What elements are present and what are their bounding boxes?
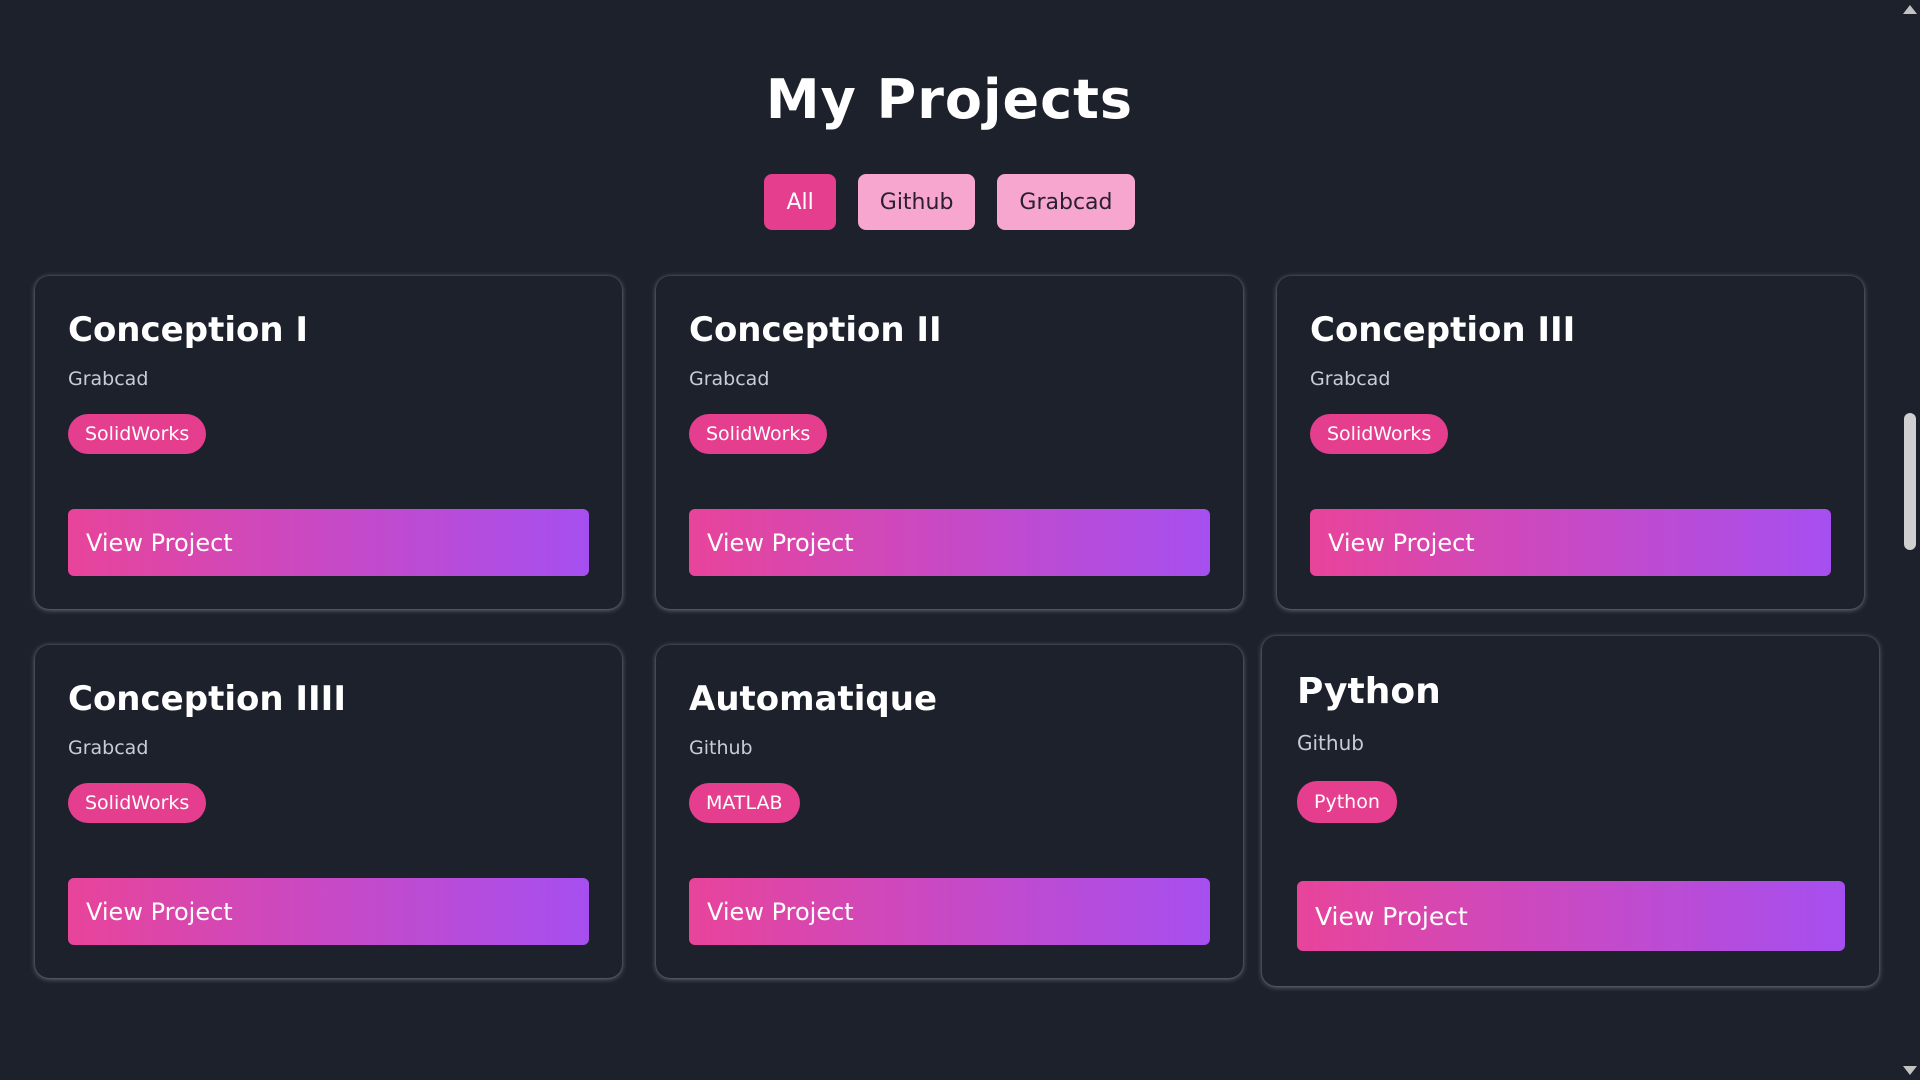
projects-section: My Projects All Github Grabcad Conceptio… [0,0,1899,1080]
project-title: Conception I [68,310,309,350]
project-card: Automatique Github MATLAB View Project [656,645,1243,978]
page: My Projects All Github Grabcad Conceptio… [0,0,1920,1080]
scrollbar-thumb[interactable] [1904,413,1916,550]
scroll-down-arrow-icon[interactable] [1903,1066,1917,1075]
project-tag: SolidWorks [1310,414,1449,454]
scroll-up-arrow-icon[interactable] [1903,5,1917,14]
project-source: Grabcad [1310,368,1391,390]
view-project-button[interactable]: View Project [68,878,589,945]
project-tag: SolidWorks [68,414,207,454]
project-source: Github [1297,731,1364,755]
filter-grabcad-button[interactable]: Grabcad [997,174,1135,230]
project-source: Grabcad [68,737,149,759]
filter-all-button[interactable]: All [764,174,836,230]
project-source: Github [689,737,753,759]
project-card: Conception I Grabcad SolidWorks View Pro… [35,276,622,609]
project-card: Conception IIII Grabcad SolidWorks View … [35,645,622,978]
view-project-button[interactable]: View Project [689,878,1210,945]
project-source: Grabcad [68,368,149,390]
view-project-button[interactable]: View Project [689,509,1210,576]
project-tag: MATLAB [689,783,800,823]
project-card: Python Github Python View Project [1262,636,1879,986]
project-card: Conception III Grabcad SolidWorks View P… [1277,276,1864,609]
view-project-button[interactable]: View Project [1310,509,1831,576]
project-tag: Python [1297,781,1397,823]
view-project-button[interactable]: View Project [68,509,589,576]
page-title: My Projects [765,68,1134,131]
project-title: Conception IIII [68,679,346,719]
project-title: Conception II [689,310,942,350]
filter-bar: All Github Grabcad [0,174,1899,230]
project-title: Python [1297,671,1441,712]
vertical-scrollbar[interactable] [1899,0,1920,1080]
project-source: Grabcad [689,368,770,390]
filter-github-button[interactable]: Github [857,174,976,230]
project-card: Conception II Grabcad SolidWorks View Pr… [656,276,1243,609]
project-tag: SolidWorks [68,783,207,823]
project-title: Automatique [689,679,938,719]
project-tag: SolidWorks [689,414,828,454]
view-project-button[interactable]: View Project [1297,881,1845,951]
project-title: Conception III [1310,310,1576,350]
